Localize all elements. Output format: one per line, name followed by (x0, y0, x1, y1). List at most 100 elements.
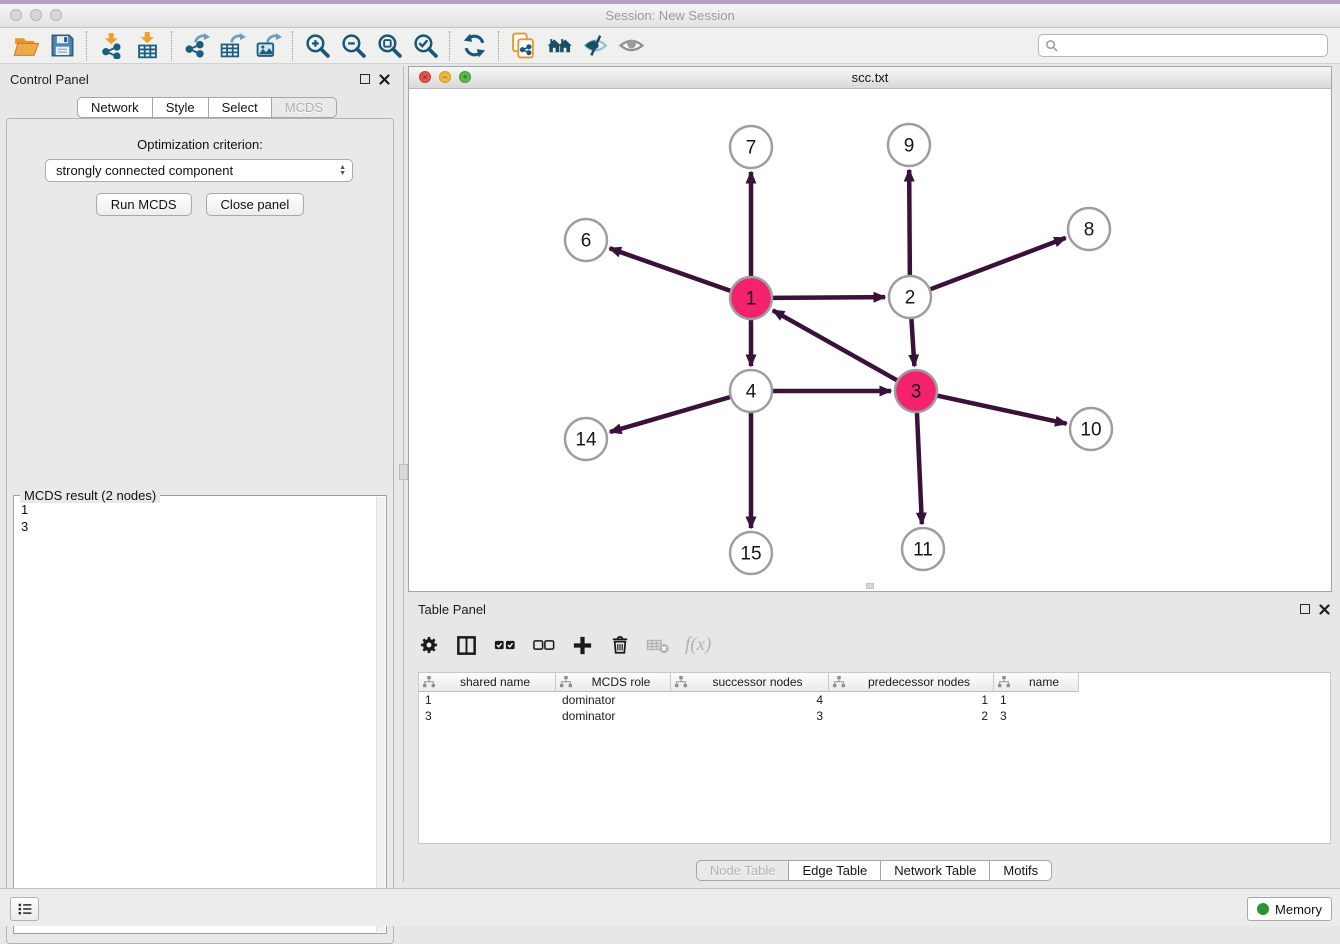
houses-button[interactable] (541, 29, 577, 63)
hide-graphics-details-button[interactable] (577, 29, 613, 63)
table-cell: 3 (671, 708, 829, 724)
tab-style[interactable]: Style (153, 97, 209, 118)
zoom-in-button[interactable] (299, 29, 335, 63)
table-cell: dominator (556, 708, 671, 724)
tab-select[interactable]: Select (209, 97, 272, 118)
column-type-icon (560, 676, 572, 688)
tab-edge-table[interactable]: Edge Table (789, 860, 881, 881)
tab-network[interactable]: Network (77, 97, 153, 118)
delete-rows-button[interactable] (609, 634, 631, 656)
column-type-icon (833, 676, 845, 688)
minimize-window-button[interactable] (30, 9, 42, 21)
table-settings-button[interactable] (418, 634, 440, 656)
network-resize-handle[interactable] (866, 583, 874, 589)
import-table-button[interactable] (129, 29, 165, 63)
edge-2-9[interactable] (909, 170, 910, 275)
optimization-criterion-value: strongly connected component (56, 163, 339, 178)
control-panel: Control Panel NetworkStyleSelectMCDS Opt… (0, 66, 400, 882)
edge-4-14[interactable] (610, 397, 730, 432)
node-label-15: 15 (740, 544, 761, 565)
close-table-panel-icon[interactable] (1319, 604, 1330, 615)
export-image-button[interactable] (250, 29, 286, 63)
function-builder-button[interactable]: f(x) (685, 634, 711, 656)
toolbar-separator (498, 31, 499, 61)
network-window: × − + scc.txt 7968124314101511 (408, 66, 1332, 592)
maximize-network-button[interactable]: + (459, 71, 471, 83)
tab-network-table[interactable]: Network Table (881, 860, 990, 881)
mcds-result-text[interactable]: 13 (15, 498, 376, 932)
open-session-button[interactable] (8, 29, 44, 63)
memory-button[interactable]: Memory (1247, 897, 1332, 921)
result-line: 3 (21, 518, 370, 535)
zoom-selected-button[interactable] (407, 29, 443, 63)
eye-button[interactable] (613, 29, 649, 63)
close-panel-button[interactable]: Close panel (206, 193, 305, 216)
memory-status-dot (1257, 903, 1269, 915)
show-columns-button[interactable] (455, 634, 478, 657)
column-header-name[interactable]: name (994, 673, 1079, 692)
close-window-button[interactable] (10, 9, 22, 21)
run-mcds-button[interactable]: Run MCDS (96, 193, 192, 216)
export-network-button[interactable] (178, 29, 214, 63)
minimize-network-button[interactable]: − (439, 71, 451, 83)
network-window-controls: × − + (419, 71, 471, 83)
edge-3-11[interactable] (917, 413, 922, 524)
select-all-columns-button[interactable] (493, 634, 517, 656)
edge-2-3[interactable] (911, 319, 914, 366)
close-panel-icon[interactable] (379, 74, 390, 85)
network-window-title: scc.txt (409, 67, 1331, 88)
edge-3-10[interactable] (937, 396, 1066, 424)
app-title: Session: New Session (0, 4, 1340, 28)
refresh-button[interactable] (456, 29, 492, 63)
toolbar-separator (171, 31, 172, 61)
table-panel: Table Panel f(x) shar (408, 596, 1340, 888)
table-cell: dominator (556, 692, 671, 708)
save-session-icon (49, 32, 76, 59)
tab-motifs[interactable]: Motifs (990, 860, 1052, 881)
column-header-predecessor-nodes[interactable]: predecessor nodes (829, 673, 994, 692)
node-label-6: 6 (581, 231, 592, 252)
optimization-criterion-select[interactable]: strongly connected component ▲▼ (45, 159, 353, 182)
create-column-button[interactable] (571, 634, 594, 657)
column-type-icon (423, 676, 435, 688)
result-line: 1 (21, 501, 370, 518)
edge-3-1[interactable] (773, 310, 897, 380)
float-table-panel-icon[interactable] (1300, 604, 1310, 614)
edge-1-6[interactable] (610, 248, 731, 290)
edge-1-2[interactable] (773, 297, 885, 298)
task-list-icon (16, 900, 34, 918)
clone-network-button[interactable] (505, 29, 541, 63)
optimization-criterion-label: Optimization criterion: (7, 137, 393, 152)
node-label-1: 1 (746, 289, 757, 310)
column-header-successor-nodes[interactable]: successor nodes (671, 673, 829, 692)
unselect-all-columns-button[interactable] (532, 634, 556, 656)
delete-column-button[interactable] (646, 634, 670, 656)
panel-splitter-handle[interactable] (399, 464, 408, 480)
edge-2-8[interactable] (931, 238, 1066, 289)
mcds-result-scrollbar[interactable] (376, 497, 385, 932)
network-graph[interactable]: 7968124314101511 (409, 89, 1331, 591)
fit-content-button[interactable] (371, 29, 407, 63)
table-cell: 3 (994, 708, 1079, 724)
control-panel-header: Control Panel (0, 66, 400, 92)
network-window-titlebar[interactable]: × − + scc.txt (409, 67, 1331, 89)
column-header-mcds-role[interactable]: MCDS role (556, 673, 671, 692)
memory-label: Memory (1275, 902, 1322, 917)
zoom-out-button[interactable] (335, 29, 371, 63)
maximize-window-button[interactable] (50, 9, 62, 21)
node-label-10: 10 (1080, 420, 1101, 441)
search-field[interactable] (1038, 34, 1328, 57)
tab-mcds[interactable]: MCDS (272, 97, 337, 118)
table-panel-header: Table Panel (408, 596, 1340, 622)
tab-node-table[interactable]: Node Table (696, 860, 790, 881)
table-row[interactable]: 1dominator411 (419, 692, 1330, 708)
task-history-button[interactable] (10, 897, 39, 921)
search-input[interactable] (1058, 38, 1321, 53)
close-network-button[interactable]: × (419, 71, 431, 83)
float-panel-icon[interactable] (360, 74, 370, 84)
export-table-button[interactable] (214, 29, 250, 63)
column-header-shared-name[interactable]: shared name (419, 673, 556, 692)
save-session-button[interactable] (44, 29, 80, 63)
import-network-button[interactable] (93, 29, 129, 63)
table-row[interactable]: 3dominator323 (419, 708, 1330, 724)
